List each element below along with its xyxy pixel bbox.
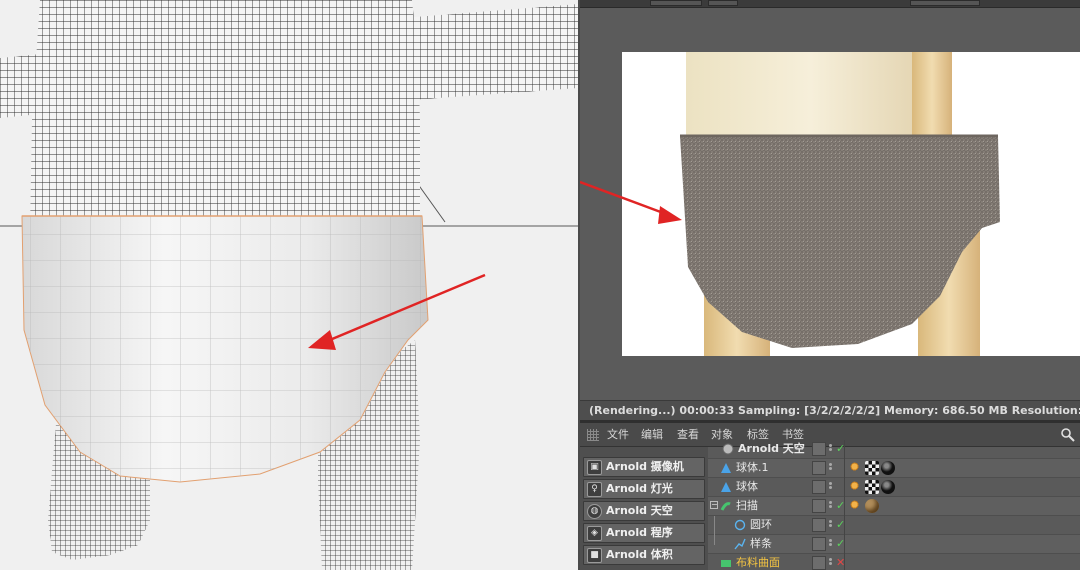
column-separator	[844, 554, 845, 570]
grip-icon[interactable]	[587, 429, 599, 441]
object-manager: 文件 编辑 查看 对象 标签 书签 ▣ Arnold 摄像机 ♀ Arnold …	[580, 423, 1080, 570]
palette-label: Arnold 摄像机	[606, 460, 684, 473]
light-icon: ♀	[587, 482, 602, 497]
object-name: 扫描	[736, 499, 758, 512]
menu-edit[interactable]: 编辑	[641, 423, 663, 447]
sweep-icon	[720, 502, 731, 511]
layer-flag[interactable]	[812, 499, 826, 513]
arnold-procedural-button[interactable]: ◈ Arnold 程序	[583, 523, 705, 543]
arnold-volume-button[interactable]: ■ Arnold 体积	[583, 545, 705, 565]
palette-label: Arnold 天空	[606, 504, 673, 517]
material-tag-icon[interactable]	[849, 461, 863, 475]
visibility-dots[interactable]	[829, 501, 833, 511]
circle-spline-icon	[734, 519, 746, 531]
annotation-arrow	[580, 180, 682, 224]
collapse-toggle-icon[interactable]: −	[710, 501, 718, 509]
arnold-palette: ▣ Arnold 摄像机 ♀ Arnold 灯光 ◍ Arnold 天空 ◈ A…	[580, 447, 708, 570]
volume-icon: ■	[587, 548, 602, 563]
material-tag-icon[interactable]	[849, 499, 863, 513]
palette-label: Arnold 体积	[606, 548, 673, 561]
fabric-material-icon[interactable]	[865, 499, 879, 513]
layer-flag[interactable]	[812, 537, 826, 551]
tree-row[interactable]: 圆环 ✓	[708, 516, 1080, 535]
visibility-dots[interactable]	[829, 539, 833, 549]
visibility-dots[interactable]	[829, 558, 833, 568]
tree-line	[714, 535, 715, 545]
layer-flag[interactable]	[812, 556, 826, 570]
spline-icon	[734, 538, 746, 550]
object-name: 布料曲面	[736, 556, 780, 569]
toolbar-button[interactable]	[910, 0, 980, 6]
visibility-dots[interactable]	[829, 444, 833, 454]
column-separator	[844, 478, 845, 497]
viewport-3d[interactable]	[0, 0, 578, 570]
sky-icon: ◍	[587, 504, 602, 519]
render-view-panel: (Rendering...) 00:00:33 Sampling: [3/2/2…	[580, 0, 1080, 570]
column-separator	[844, 440, 845, 459]
layer-flag[interactable]	[812, 442, 826, 456]
arnold-light-button[interactable]: ♀ Arnold 灯光	[583, 479, 705, 499]
tree-row[interactable]: Arnold 天空 ✓	[708, 440, 1080, 459]
menu-file[interactable]: 文件	[607, 423, 629, 447]
render-status-bar: (Rendering...) 00:00:33 Sampling: [3/2/2…	[580, 400, 1080, 420]
viewport-scene	[0, 0, 578, 570]
visibility-dots[interactable]	[829, 520, 833, 530]
column-separator	[844, 459, 845, 478]
sky-icon	[722, 443, 734, 455]
column-separator	[844, 535, 845, 554]
texture-tag-icon[interactable]	[865, 461, 879, 475]
layer-flag[interactable]	[812, 480, 826, 494]
tree-row[interactable]: − 扫描 ✓	[708, 497, 1080, 516]
column-separator	[844, 516, 845, 535]
tree-row[interactable]: 球体	[708, 478, 1080, 497]
palette-label: Arnold 灯光	[606, 482, 673, 495]
arnold-camera-button[interactable]: ▣ Arnold 摄像机	[583, 457, 705, 477]
object-tree: Arnold 天空 ✓ 球体.1 球体 − 扫描 ✓ 圆环 ✓ 样条 ✓ 布料曲…	[708, 440, 1080, 570]
visibility-dots[interactable]	[829, 463, 833, 473]
object-name: 样条	[750, 537, 772, 550]
object-name: 球体.1	[736, 461, 769, 474]
tree-row[interactable]: 样条 ✓	[708, 535, 1080, 554]
procedural-icon: ◈	[587, 526, 602, 541]
texture-tag-icon[interactable]	[865, 480, 879, 494]
arnold-sky-button[interactable]: ◍ Arnold 天空	[583, 501, 705, 521]
camera-icon: ▣	[587, 460, 602, 475]
layer-flag[interactable]	[812, 461, 826, 475]
toolbar-button[interactable]	[708, 0, 738, 6]
sphere-icon	[721, 463, 731, 473]
render-toolbar	[580, 0, 1080, 8]
tree-row[interactable]: 球体.1	[708, 459, 1080, 478]
toolbar-button[interactable]	[650, 0, 702, 6]
render-area	[580, 8, 1080, 400]
object-name: 球体	[736, 480, 758, 493]
shader-ball-icon[interactable]	[881, 461, 895, 475]
column-separator	[844, 497, 845, 516]
object-name: 圆环	[750, 518, 772, 531]
sphere-icon	[721, 482, 731, 492]
menu-view[interactable]: 查看	[677, 423, 699, 447]
layer-flag[interactable]	[812, 518, 826, 532]
palette-label: Arnold 程序	[606, 526, 673, 539]
tree-row[interactable]: 布料曲面 ✕	[708, 554, 1080, 570]
cloth-surface-icon	[721, 560, 731, 567]
object-name: Arnold 天空	[738, 442, 805, 455]
tree-line	[714, 516, 715, 535]
material-tag-icon[interactable]	[849, 480, 863, 494]
visibility-dots[interactable]	[829, 482, 833, 492]
shader-ball-icon[interactable]	[881, 480, 895, 494]
